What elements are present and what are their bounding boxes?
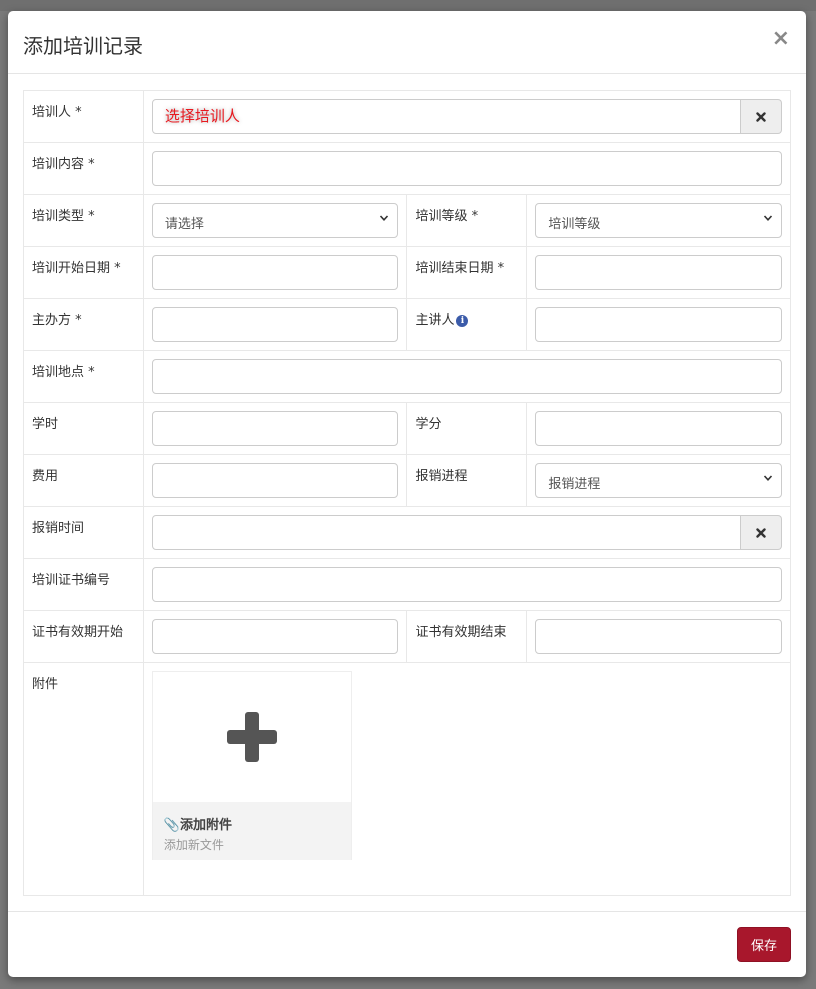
row-dates: 培训开始日期 * 培训结束日期 * <box>23 246 791 299</box>
type-label: 培训类型 * <box>23 194 144 247</box>
chevron-down-icon <box>763 475 773 481</box>
certificate-no-input[interactable] <box>151 567 782 602</box>
dialog-footer: 保存 <box>8 911 806 977</box>
cert-valid-start-label: 证书有效期开始 <box>23 610 144 663</box>
reimburse-time-picker <box>151 515 782 550</box>
type-select[interactable]: 请选择 <box>151 203 399 238</box>
speaker-input[interactable] <box>535 307 782 342</box>
row-type-level: 培训类型 * 请选择 培训等级 * 培训等级 <box>23 194 791 247</box>
chevron-down-icon <box>380 215 389 221</box>
cost-input[interactable] <box>151 463 399 498</box>
dialog-header: 添加培训记录 × <box>8 11 806 74</box>
speaker-label-cell: 主讲人 i <box>406 298 528 351</box>
add-training-record-dialog: 添加培训记录 × 培训人 * 选择培训人 培训内容 * 培训类型 * 请选择 培… <box>8 11 806 977</box>
clear-x-icon <box>756 111 766 122</box>
training-form: 培训人 * 选择培训人 培训内容 * 培训类型 * 请选择 培训等级 * 培训等… <box>23 90 792 896</box>
add-attachment-title: 📎添加附件 <box>163 818 232 833</box>
clear-x-icon <box>756 527 766 538</box>
cost-label: 费用 <box>23 454 144 507</box>
trainee-label: 培训人 * <box>23 90 144 143</box>
trainee-input[interactable]: 选择培训人 <box>151 99 741 134</box>
row-content: 培训内容 * <box>23 142 792 195</box>
start-date-input[interactable] <box>151 255 399 290</box>
row-attachment: 附件 📎添加附件 添加新文件 <box>23 662 792 896</box>
end-date-input[interactable] <box>535 255 782 290</box>
save-button[interactable]: 保存 <box>737 927 791 962</box>
level-select[interactable]: 培训等级 <box>535 203 782 238</box>
upload-preview <box>153 672 351 802</box>
start-date-label: 培训开始日期 * <box>23 246 144 299</box>
organizer-input[interactable] <box>151 307 399 342</box>
trainee-placeholder: 选择培训人 <box>164 107 240 125</box>
content-label: 培训内容 * <box>23 142 144 195</box>
reimburse-time-input[interactable] <box>151 515 741 550</box>
reimburse-progress-label: 报销进程 <box>406 454 528 507</box>
row-trainee: 培训人 * 选择培训人 <box>23 90 792 143</box>
dialog-title: 添加培训记录 <box>23 34 143 58</box>
attachment-label: 附件 <box>23 662 144 896</box>
reimburse-progress-selected: 报销进程 <box>548 477 601 492</box>
row-hours-credits: 学时 学分 <box>23 402 791 455</box>
organizer-label: 主办方 * <box>23 298 144 351</box>
reimburse-time-label: 报销时间 <box>23 506 144 559</box>
credits-input[interactable] <box>535 411 782 446</box>
row-location: 培训地点 * <box>23 350 792 403</box>
add-attachment-card[interactable]: 📎添加附件 添加新文件 <box>151 671 352 860</box>
hours-input[interactable] <box>151 411 399 446</box>
cert-valid-end-input[interactable] <box>535 619 782 654</box>
row-certificate-no: 培训证书编号 <box>23 558 792 611</box>
trainee-picker: 选择培训人 <box>151 99 782 134</box>
row-reimburse-time: 报销时间 <box>23 506 792 559</box>
type-selected: 请选择 <box>164 217 204 232</box>
reimburse-time-clear-button[interactable] <box>741 515 782 550</box>
chevron-down-icon <box>763 215 773 221</box>
trainee-clear-button[interactable] <box>741 99 782 134</box>
close-icon[interactable]: × <box>772 26 790 51</box>
backdrop-top <box>0 0 816 11</box>
add-attachment-subtitle: 添加新文件 <box>163 838 224 852</box>
location-label: 培训地点 * <box>23 350 144 403</box>
credits-label: 学分 <box>406 402 528 455</box>
speaker-label: 主讲人 <box>415 313 455 328</box>
cert-valid-end-label: 证书有效期结束 <box>406 610 528 663</box>
cert-valid-start-input[interactable] <box>151 619 399 654</box>
row-organizer-speaker: 主办方 * 主讲人 i <box>23 298 791 351</box>
reimburse-progress-select[interactable]: 报销进程 <box>535 463 782 498</box>
hours-label: 学时 <box>23 402 144 455</box>
level-selected: 培训等级 <box>548 217 601 232</box>
content-input[interactable] <box>151 151 782 186</box>
row-cost-progress: 费用 报销进程 报销进程 <box>23 454 791 507</box>
plus-icon <box>226 712 277 762</box>
location-input[interactable] <box>151 359 782 394</box>
row-cert-validity: 证书有效期开始 证书有效期结束 <box>23 610 791 663</box>
upload-caption: 📎添加附件 添加新文件 <box>152 802 351 860</box>
level-label: 培训等级 * <box>406 194 528 247</box>
certificate-no-label: 培训证书编号 <box>23 558 144 611</box>
end-date-label: 培训结束日期 * <box>406 246 528 299</box>
info-icon[interactable]: i <box>456 315 469 327</box>
